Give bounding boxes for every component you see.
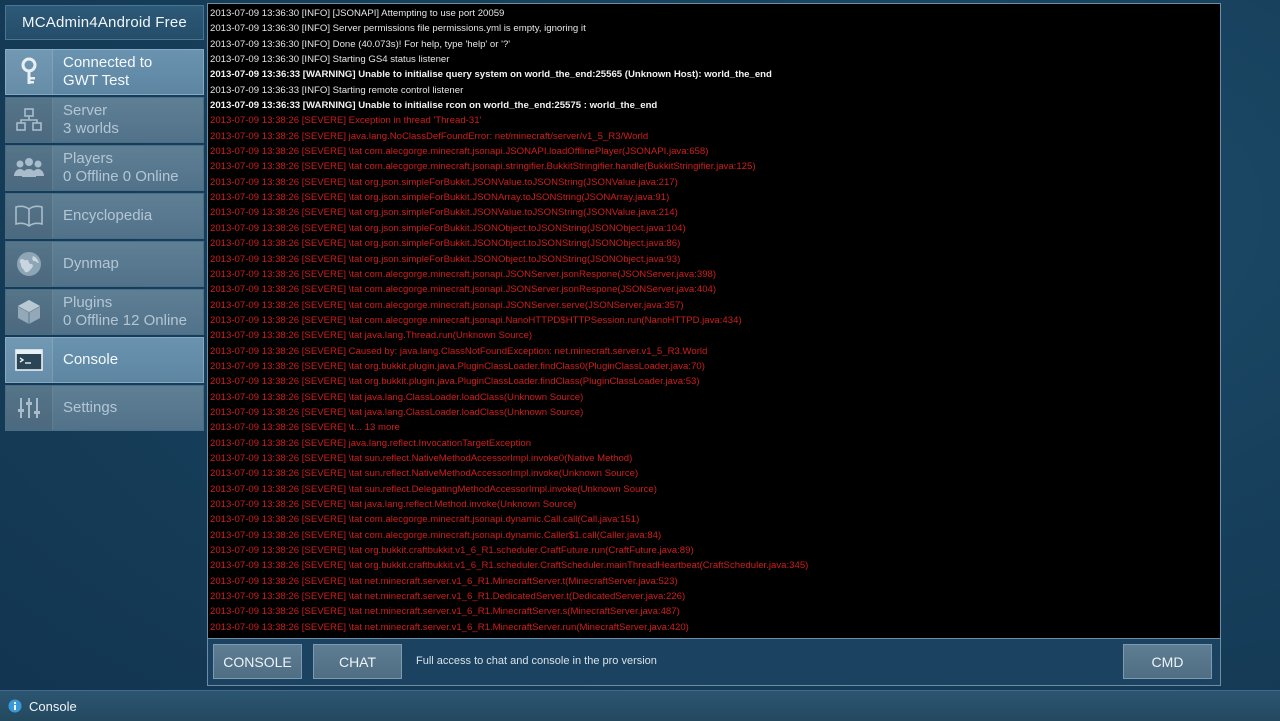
log-line: 2013-07-09 13:38:26 [SEVERE] \tat net.mi… (210, 591, 686, 603)
app-title: MCAdmin4Android Free (5, 5, 204, 40)
chat-button[interactable]: CHAT (313, 644, 402, 679)
log-line: 2013-07-09 13:38:26 [SEVERE] \tat net.mi… (210, 621, 689, 633)
log-line: 2013-07-09 13:38:26 [SEVERE] \tat sun.re… (210, 468, 639, 480)
log-line: 2013-07-09 13:38:26 [SEVERE] \tat org.bu… (210, 376, 700, 388)
cube-icon (6, 290, 53, 334)
log-line: 2013-07-09 13:36:30 [INFO] Starting GS4 … (210, 54, 450, 66)
book-icon (6, 194, 53, 238)
log-line: 2013-07-09 13:38:26 [SEVERE] \tat com.al… (210, 314, 742, 326)
players-group-icon (6, 146, 53, 190)
sidebar-item-label: Encyclopedia (63, 207, 153, 224)
log-line: 2013-07-09 13:38:26 [SEVERE] java.lang.N… (210, 130, 649, 142)
key-icon (6, 50, 53, 94)
sidebar-item-plugins[interactable]: Plugins 0 Offline 12 Online (5, 289, 204, 335)
sidebar-item-players[interactable]: Players 0 Offline 0 Online (5, 145, 204, 191)
console-button[interactable]: CONSOLE (213, 644, 302, 679)
sidebar-item-label: Settings (63, 399, 118, 416)
sidebar-item-label: Server 3 worlds (63, 102, 119, 137)
log-line: 2013-07-09 13:38:26 [SEVERE] \tat java.l… (210, 406, 584, 418)
log-line: 2013-07-09 13:38:26 [SEVERE] \tat net.mi… (210, 575, 678, 587)
log-line: 2013-07-09 13:36:33 [WARNING] Unable to … (210, 100, 658, 112)
log-line: 2013-07-09 13:38:26 [SEVERE] Caused by: … (210, 345, 708, 357)
console-icon (6, 338, 53, 382)
log-line: 2013-07-09 13:38:26 [SEVERE] \tat com.al… (210, 161, 756, 173)
sidebar-item-console[interactable]: Console (5, 337, 204, 383)
log-line: 2013-07-09 13:38:26 [SEVERE] \tat com.al… (210, 299, 684, 311)
log-line: 2013-07-09 13:38:26 [SEVERE] \tat org.js… (210, 253, 681, 265)
log-line: 2013-07-09 13:38:26 [SEVERE] Exception i… (210, 115, 482, 127)
sidebar-item-encyclopedia[interactable]: Encyclopedia (5, 193, 204, 239)
log-line: 2013-07-09 13:36:30 [INFO] Done (40.073s… (210, 38, 511, 50)
log-line: 2013-07-09 13:38:26 [SEVERE] \tat org.js… (210, 176, 678, 188)
log-line: 2013-07-09 13:38:26 [SEVERE] \tat org.js… (210, 222, 686, 234)
sidebar-item-label: Console (63, 351, 119, 368)
log-line: 2013-07-09 13:38:26 [SEVERE] \tat org.bu… (210, 545, 694, 557)
log-line: 2013-07-09 13:38:26 [SEVERE] \tat com.al… (210, 529, 662, 541)
log-line: 2013-07-09 13:38:26 [SEVERE] \tat net.mi… (210, 606, 680, 618)
sidebar-item-label: Connected to GWT Test (63, 54, 153, 89)
status-label: Console (29, 698, 77, 714)
log-line: 2013-07-09 13:38:26 [SEVERE] \tat java.l… (210, 330, 533, 342)
sidebar-item-label: Plugins 0 Offline 12 Online (63, 294, 187, 329)
log-line: 2013-07-09 13:38:26 [SEVERE] \tat java.l… (210, 391, 584, 403)
info-icon (8, 699, 22, 713)
log-line: 2013-07-09 13:38:26 [SEVERE] \tat com.al… (210, 514, 640, 526)
sidebar-item-connection[interactable]: Connected to GWT Test (5, 49, 204, 95)
log-line: 2013-07-09 13:38:26 [SEVERE] \tat java.l… (210, 499, 577, 510)
sidebar-item-settings[interactable]: Settings (5, 385, 204, 431)
log-line: 2013-07-09 13:38:26 [SEVERE] java.lang.r… (210, 437, 532, 449)
log-line: 2013-07-09 13:38:26 [SEVERE] \tat com.al… (210, 146, 709, 158)
log-line: 2013-07-09 13:36:33 [INFO] Starting remo… (210, 84, 464, 96)
log-line: 2013-07-09 13:38:26 [SEVERE] \tat sun.re… (210, 452, 633, 464)
sidebar-item-label: Players 0 Offline 0 Online (63, 150, 179, 185)
console-output[interactable]: 2013-07-09 13:36:30 [INFO] [JSONAPI] Att… (207, 3, 1221, 639)
log-line: 2013-07-09 13:38:26 [SEVERE] \t... 13 mo… (210, 422, 400, 434)
log-line: 2013-07-09 13:38:26 [SEVERE] \tat org.js… (210, 192, 670, 204)
log-line: 2013-07-09 13:38:26 [SEVERE] \tat com.al… (210, 284, 717, 296)
cmd-button[interactable]: CMD (1123, 644, 1212, 679)
log-line: 2013-07-09 13:38:26 [SEVERE] \tat sun.re… (210, 483, 657, 495)
log-line: 2013-07-09 13:38:26 [SEVERE] \tat org.js… (210, 238, 681, 250)
log-line: 2013-07-09 13:38:26 [SEVERE] \tat org.js… (210, 207, 678, 219)
log-line: 2013-07-09 13:36:30 [INFO] [JSONAPI] Att… (210, 8, 505, 19)
sidebar-item-label: Dynmap (63, 255, 119, 272)
console-toolbar: CONSOLE CHAT Full access to chat and con… (207, 639, 1221, 686)
log-line: 2013-07-09 13:38:26 [SEVERE] \tat org.bu… (210, 360, 705, 372)
console-lines: 2013-07-09 13:36:30 [INFO] [JSONAPI] Att… (208, 4, 1220, 635)
sliders-icon (6, 386, 53, 430)
globe-icon (6, 242, 53, 286)
log-line: 2013-07-09 13:36:30 [INFO] Server permis… (210, 23, 586, 35)
log-line: 2013-07-09 13:36:33 [WARNING] Unable to … (210, 69, 772, 81)
log-line: 2013-07-09 13:38:26 [SEVERE] \tat org.bu… (210, 560, 809, 572)
server-network-icon (6, 98, 53, 142)
sidebar-item-dynmap[interactable]: Dynmap (5, 241, 204, 287)
log-line: 2013-07-09 13:38:26 [SEVERE] \tat com.al… (210, 268, 717, 280)
status-bar: Console (0, 690, 1280, 721)
pro-version-note: Full access to chat and console in the p… (416, 655, 657, 667)
sidebar-item-server[interactable]: Server 3 worlds (5, 97, 204, 143)
